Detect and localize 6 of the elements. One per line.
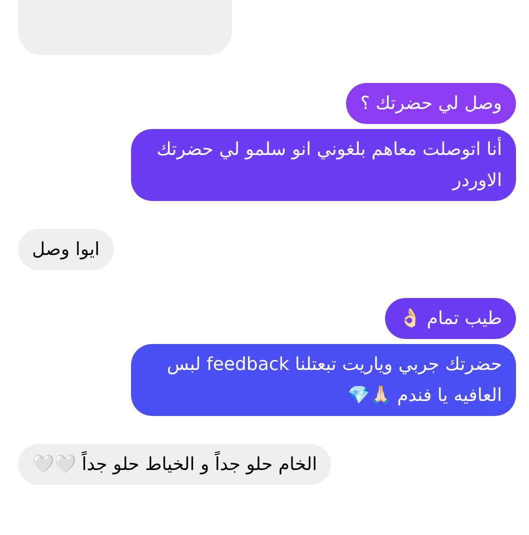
message-bubble: الخام حلو جداً و الخياط حلو جداً 🤍🤍 — [18, 444, 332, 485]
message-bubble: أنا اتوصلت معاهم بلغوني انو سلمو لي حضرتك الاوردر — [131, 129, 516, 201]
message-bubble: وصل لي حضرتك ؟ — [346, 83, 516, 124]
message-bubble: ايوا وصل — [18, 229, 114, 270]
message-bubble: طيب تمام 👌🏻 — [385, 298, 516, 339]
message-bubble: حضرتك جربي وياريت تبعتلنا feedback لبس العافيه يا فندم 🙏🏻💎 — [131, 344, 516, 416]
